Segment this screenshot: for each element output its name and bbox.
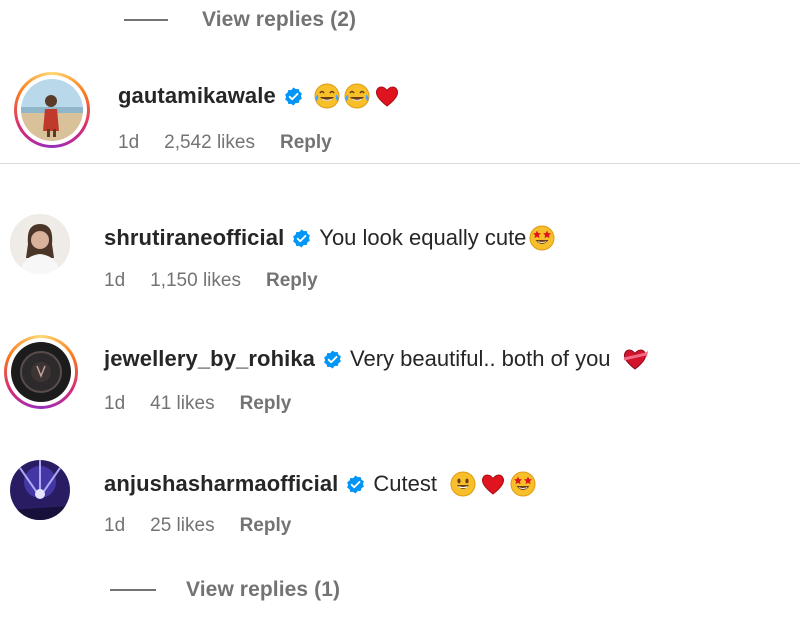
avatar[interactable] [10,460,70,520]
view-replies-label[interactable]: View replies (2) [202,8,356,32]
username[interactable]: jewellery_by_rohika [104,346,315,372]
tears-of-joy-emoji-icon [344,83,370,109]
comment-text: Cutest [373,471,437,496]
reply-button[interactable]: Reply [280,132,332,154]
verified-badge-icon [284,86,302,106]
comments-panel: View replies (2) gautamikawale 1d 2,542 … [0,0,800,620]
comment-text: You look equally cute [319,225,527,250]
username[interactable]: shrutiraneofficial [104,225,284,251]
comment-text: Very beautiful.. both of you [350,346,611,371]
verified-badge-icon [347,474,365,494]
red-heart-emoji-icon [375,86,398,107]
heart-with-ribbon-emoji-icon [623,349,648,370]
star-struck-emoji-icon [529,225,555,251]
likes-count[interactable]: 1,150 likes [150,270,241,292]
tears-of-joy-emoji-icon [314,83,340,109]
likes-count[interactable]: 41 likes [150,393,214,415]
verified-badge-icon [324,349,341,369]
view-replies-label[interactable]: View replies (1) [186,578,340,602]
red-heart-emoji-icon [481,474,505,495]
avatar[interactable] [11,342,71,402]
likes-count[interactable]: 2,542 likes [164,132,255,154]
username[interactable]: gautamikawale [118,83,276,109]
star-struck-emoji-icon [510,471,536,497]
story-ring[interactable] [4,335,78,409]
comment-time: 1d [104,393,126,414]
comment-time: 1d [104,270,126,291]
reply-button[interactable]: Reply [240,515,292,537]
reply-button[interactable]: Reply [240,393,292,415]
likes-count[interactable]: 25 likes [150,515,214,537]
replies-divider-line [110,589,156,591]
comment-time: 1d [104,515,126,536]
section-divider [0,163,800,164]
view-replies-top[interactable]: View replies (2) [124,8,356,32]
story-ring[interactable] [14,72,90,148]
reply-button[interactable]: Reply [266,270,318,292]
username[interactable]: anjushasharmaofficial [104,471,338,497]
grinning-face-emoji-icon [450,471,476,497]
verified-badge-icon [293,228,311,248]
avatar[interactable] [10,214,70,274]
comment-time: 1d [118,132,140,153]
replies-divider-line [124,19,168,21]
avatar[interactable] [21,79,83,141]
view-replies-bottom[interactable]: View replies (1) [110,578,340,602]
